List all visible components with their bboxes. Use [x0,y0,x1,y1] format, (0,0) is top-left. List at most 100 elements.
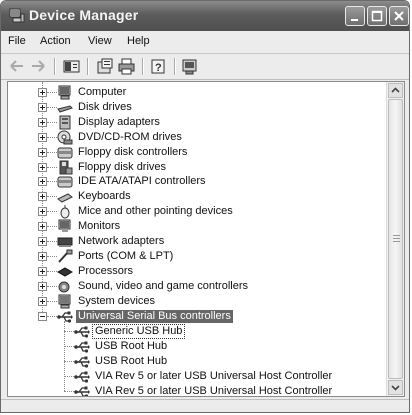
tree-item[interactable]: Monitors [8,219,388,234]
tree-item-label: Disk drives [78,100,132,113]
expand-icon[interactable] [38,192,47,202]
maximize-button[interactable] [367,6,387,26]
expand-icon[interactable] [38,88,47,97]
minimize-button[interactable] [345,6,365,26]
tree-item[interactable]: VIA Rev 5 or later USB Universal Host Co… [8,384,388,397]
vertical-scrollbar[interactable] [386,82,404,396]
tree-item-label: IDE ATA/ATAPI controllers [78,175,206,188]
disk-drive-icon [57,105,73,113]
expand-icon[interactable] [38,147,47,157]
tree-item-label: USB Root Hub [95,340,168,353]
keyboard-icon [57,193,73,203]
tree-item-label: VIA Rev 5 or later USB Universal Host Co… [95,385,333,397]
menu-help[interactable]: Help [127,35,150,47]
expand-icon[interactable] [38,117,47,127]
tree-item[interactable]: Computer [8,85,388,100]
tree-item[interactable]: Universal Serial Bus controllers [8,309,388,324]
tree-item[interactable]: Floppy disk drives [8,160,388,175]
expand-icon[interactable] [38,102,47,112]
tree-item[interactable]: Display adapters [8,115,388,130]
scrollbar-thumb[interactable] [388,99,403,379]
tree-item[interactable]: Generic USB Hub [8,324,388,340]
usb-icon [74,341,90,353]
status-bar [1,399,409,412]
close-button[interactable] [389,6,409,26]
tree-item-label: Sound, video and game controllers [78,279,248,292]
expand-icon[interactable] [38,207,47,217]
menu-view[interactable]: View [88,35,112,47]
processor-icon [57,267,73,277]
device-manager-icon [9,8,25,23]
expand-icon[interactable] [38,132,47,142]
toolbar: ? [1,54,409,80]
usb-icon [57,311,73,323]
tree-item-label: Floppy disk drives [78,160,167,173]
tree-item-label: System devices [78,294,156,307]
tree-item[interactable]: Ports (COM & LPT) [8,249,388,264]
expand-icon[interactable] [38,281,47,291]
chevron-up-icon [391,87,400,93]
floppy-drive-icon [59,160,73,174]
svg-text:?: ? [155,62,162,74]
tree-item-label: VIA Rev 5 or later USB Universal Host Co… [95,370,333,383]
menu-action[interactable]: Action [40,35,71,47]
tree-item-label: Display adapters [78,115,160,128]
device-tree: Computer Disk drives Display adapters DV… [8,82,388,396]
expand-icon[interactable] [38,237,47,246]
floppy-controller-icon [57,147,73,159]
tree-item[interactable]: Sound, video and game controllers [8,279,388,294]
tree-item-label: Network adapters [78,235,165,247]
tree-item[interactable]: Disk drives [8,100,388,115]
network-adapter-icon [57,237,73,247]
tree-item[interactable]: Keyboards [8,189,388,204]
tree-item-label: Keyboards [78,190,131,203]
tree-item[interactable]: Processors [8,264,388,279]
forward-arrow-icon[interactable] [30,58,46,75]
tree-item-label: Universal Serial Bus controllers [76,309,233,323]
print-icon[interactable] [118,58,136,75]
title-bar[interactable]: Device Manager [1,1,409,31]
usb-icon [74,356,90,368]
tree-item-label: Floppy disk controllers [78,145,188,158]
usb-icon [74,386,90,396]
show-hide-console-tree-icon[interactable] [63,58,81,75]
monitor-icon [58,219,71,233]
device-manager-window: Device Manager File Action View Help ? C… [0,0,410,413]
device-tree-pane[interactable]: Computer Disk drives Display adapters DV… [7,81,405,397]
tree-item[interactable]: System devices [8,294,388,309]
tree-item[interactable]: USB Root Hub [8,354,388,369]
window-title: Device Manager [29,7,139,23]
expand-icon[interactable] [38,177,47,187]
scroll-down-button[interactable] [388,380,403,395]
scroll-up-button[interactable] [388,83,403,98]
expand-icon[interactable] [38,296,47,306]
tree-item-label: Generic USB Hub [91,324,186,340]
tree-item[interactable]: USB Root Hub [8,339,388,354]
tree-item[interactable]: VIA Rev 5 or later USB Universal Host Co… [8,369,388,384]
tree-item-label: Processors [78,264,134,277]
tree-item[interactable]: Network adapters [8,234,388,249]
toolbar-separator [142,58,144,75]
tree-item[interactable]: Mice and other pointing devices [8,204,388,219]
maximize-icon [371,10,383,22]
tree-item-label: USB Root Hub [95,355,168,368]
expand-icon[interactable] [38,251,47,261]
properties-icon[interactable] [96,58,114,75]
dvd-cdrom-icon [57,130,73,145]
menu-file[interactable]: File [8,35,26,47]
scan-hardware-icon[interactable] [182,58,200,75]
tree-item[interactable]: IDE ATA/ATAPI controllers [8,174,388,189]
back-arrow-icon[interactable] [9,58,25,75]
expand-icon[interactable] [38,162,47,172]
collapse-icon[interactable] [38,311,47,321]
display-adapter-icon [59,115,71,130]
close-icon [394,11,404,21]
expand-icon[interactable] [38,266,47,276]
expand-icon[interactable] [38,222,47,232]
tree-item[interactable]: Floppy disk controllers [8,145,388,160]
computer-icon [58,85,71,100]
tree-item[interactable]: DVD/CD-ROM drives [8,130,388,145]
mouse-icon [60,205,70,219]
system-devices-icon [58,294,71,309]
help-icon[interactable]: ? [150,58,168,75]
